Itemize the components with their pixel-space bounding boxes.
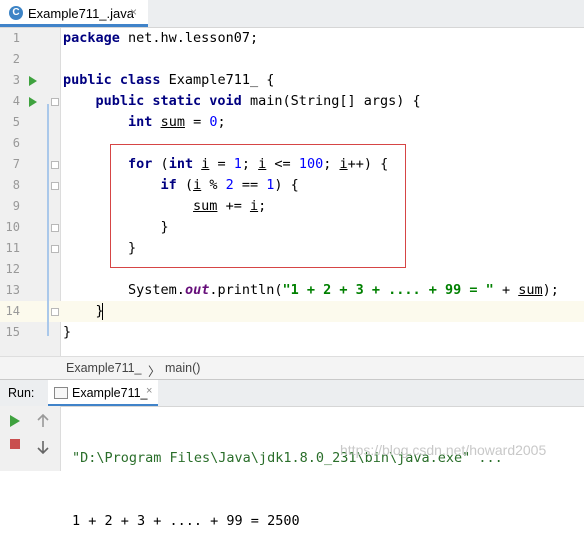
fold-icon[interactable] xyxy=(51,224,59,232)
code-line-current: 14 } xyxy=(0,301,584,322)
line-number: 6 xyxy=(12,136,20,150)
editor-tab-title: Example711_.java xyxy=(28,6,134,21)
line-number: 11 xyxy=(5,241,20,255)
text-caret xyxy=(102,303,103,320)
run-tab-example711[interactable]: Example711_ × xyxy=(48,380,158,406)
fold-icon[interactable] xyxy=(51,245,59,253)
arrow-down-icon[interactable] xyxy=(34,440,52,458)
console-output[interactable]: "D:\Program Files\Java\jdk1.8.0_231\bin\… xyxy=(72,406,503,553)
code-editor[interactable]: 1 package net.hw.lesson07; 2 3 public cl… xyxy=(0,28,584,356)
line-number: 7 xyxy=(12,157,20,171)
breadcrumb-class[interactable]: Example711_ xyxy=(66,361,142,375)
breadcrumb-separator: 〉 xyxy=(148,365,161,379)
line-number: 9 xyxy=(12,199,20,213)
breadcrumb-method[interactable]: main() xyxy=(165,361,200,375)
fold-icon[interactable] xyxy=(51,98,59,106)
line-number: 3 xyxy=(12,73,20,87)
watermark: https://blog.csdn.net/howard2005 xyxy=(340,442,547,458)
line-number: 5 xyxy=(12,115,20,129)
rerun-icon[interactable] xyxy=(6,414,24,432)
line-number: 14 xyxy=(5,304,20,318)
stop-icon[interactable] xyxy=(6,438,24,456)
run-method-icon[interactable] xyxy=(29,97,37,107)
fold-icon[interactable] xyxy=(51,308,59,316)
run-class-icon[interactable] xyxy=(29,76,37,86)
editor-tab-example711[interactable]: C Example711_.java × xyxy=(0,0,148,27)
console-icon xyxy=(54,387,68,399)
line-number: 12 xyxy=(5,262,20,276)
run-label: Run: xyxy=(8,386,35,400)
code-line: 4 public static void main(String[] args)… xyxy=(0,91,584,112)
fold-icon[interactable] xyxy=(51,182,59,190)
line-number: 15 xyxy=(5,325,20,339)
code-line: 13 System.out.println("1 + 2 + 3 + .... … xyxy=(0,280,584,301)
run-tab-title: Example711_ xyxy=(72,386,148,400)
close-icon[interactable]: × xyxy=(146,385,152,397)
run-toolbar xyxy=(0,406,61,471)
line-number: 2 xyxy=(12,52,20,66)
run-tool-window-header: Run: Example711_ × xyxy=(0,379,584,407)
code-line: 1 package net.hw.lesson07; xyxy=(0,28,584,49)
code-line: 3 public class Example711_ { xyxy=(0,70,584,91)
arrow-up-icon[interactable] xyxy=(34,413,52,432)
editor-tab-bar: C Example711_.java × xyxy=(0,0,584,28)
code-line: 15 } xyxy=(0,322,584,343)
fold-icon[interactable] xyxy=(51,161,59,169)
console-result-line: 1 + 2 + 3 + .... + 99 = 2500 xyxy=(72,513,300,529)
line-number: 4 xyxy=(12,94,20,108)
java-class-icon: C xyxy=(9,6,23,20)
close-icon[interactable]: × xyxy=(130,5,137,19)
scope-indent-guide xyxy=(47,104,49,336)
highlight-box xyxy=(110,144,406,268)
code-line: 5 int sum = 0; xyxy=(0,112,584,133)
line-number: 8 xyxy=(12,178,20,192)
line-number: 10 xyxy=(5,220,20,234)
code-line: 2 xyxy=(0,49,584,70)
line-number: 1 xyxy=(12,31,20,45)
line-number: 13 xyxy=(5,283,20,297)
breadcrumb: Example711_ 〉 main() xyxy=(0,356,584,379)
